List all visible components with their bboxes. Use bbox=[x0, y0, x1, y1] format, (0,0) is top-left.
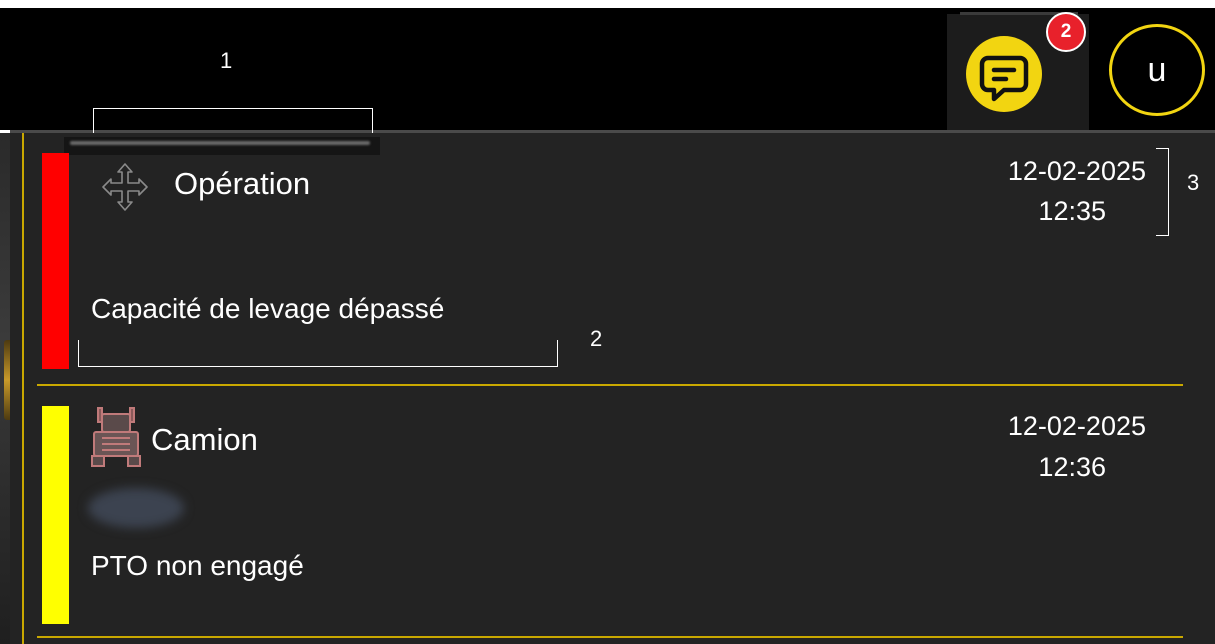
row-divider bbox=[37, 636, 1183, 638]
callout-2-bracket bbox=[78, 340, 558, 367]
alert-message: Capacité de levage dépassé bbox=[91, 293, 445, 324]
alert-time: 12:35 bbox=[1038, 196, 1106, 226]
user-initial: u bbox=[1147, 50, 1167, 89]
panel-left-border bbox=[22, 133, 24, 644]
alert-category-title: Opération bbox=[174, 166, 311, 201]
alert-category-title: Camion bbox=[151, 422, 258, 457]
chat-bubble-icon bbox=[979, 55, 1029, 102]
callout-1: 1 bbox=[220, 48, 233, 73]
callout-1-bracket bbox=[93, 108, 373, 133]
truck-icon bbox=[91, 407, 141, 467]
callout-3-bracket bbox=[1156, 148, 1169, 236]
alert-date: 12-02-2025 bbox=[1007, 411, 1146, 441]
row-divider bbox=[37, 384, 1183, 386]
user-avatar-button[interactable]: u bbox=[1109, 24, 1205, 116]
alert-date: 12-02-2025 bbox=[1007, 156, 1146, 186]
alert-time: 12:36 bbox=[1038, 452, 1106, 482]
severity-bar-warning bbox=[42, 406, 69, 624]
redacted-line bbox=[70, 141, 370, 145]
redacted-area bbox=[64, 137, 380, 155]
messages-button[interactable] bbox=[966, 36, 1042, 112]
messages-count-badge: 2 bbox=[1046, 12, 1086, 52]
severity-bar-critical bbox=[42, 153, 69, 369]
alert-message: PTO non engagé bbox=[91, 550, 304, 581]
move-arrows-icon bbox=[102, 163, 148, 211]
callout-3: 3 bbox=[1187, 170, 1200, 195]
callout-2: 2 bbox=[590, 326, 603, 351]
redacted-blob bbox=[88, 488, 184, 528]
